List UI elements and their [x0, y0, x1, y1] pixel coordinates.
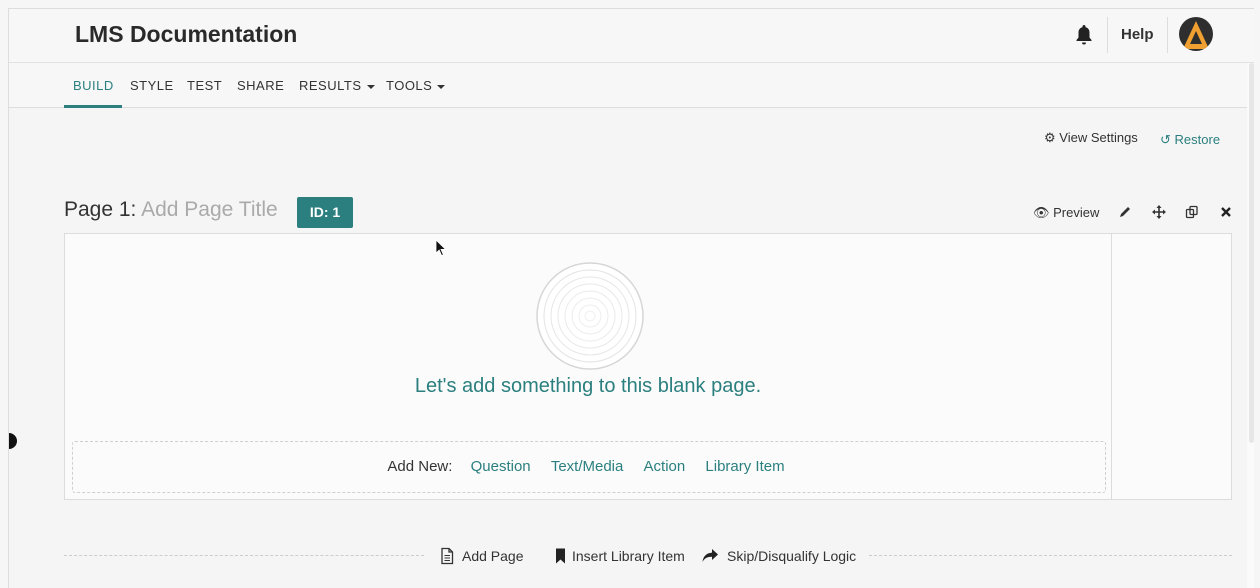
- add-library-item-link[interactable]: Library Item: [705, 458, 784, 475]
- page-panel: Let's add something to this blank page. …: [64, 233, 1232, 500]
- add-page-button[interactable]: Add Page: [462, 548, 524, 564]
- skip-disqualify-logic-button[interactable]: Skip/Disqualify Logic: [727, 548, 856, 564]
- mouse-cursor-icon: [435, 239, 447, 257]
- tab-results[interactable]: RESULTS: [299, 78, 375, 93]
- help-link[interactable]: Help: [1121, 26, 1154, 43]
- scrollbar-thumb[interactable]: [1249, 63, 1254, 443]
- avatar[interactable]: [1179, 17, 1213, 51]
- close-icon[interactable]: [1219, 205, 1233, 219]
- page-title-input[interactable]: Add Page Title: [141, 198, 278, 221]
- preview-button[interactable]: 👁 Preview: [1033, 205, 1099, 221]
- caret-down-icon: [366, 84, 375, 89]
- page-title: Page 1: Add Page Title: [64, 198, 278, 222]
- top-header: LMS Documentation Help: [9, 9, 1254, 63]
- pencil-icon[interactable]: [1118, 205, 1132, 219]
- undo-icon: ↺: [1160, 132, 1171, 147]
- caret-down-icon: [437, 84, 446, 89]
- document-icon: [441, 547, 454, 565]
- move-icon[interactable]: [1152, 205, 1166, 219]
- share-arrow-icon: [702, 549, 718, 562]
- add-new-bar: Add New: Question Text/Media Action Libr…: [72, 441, 1106, 493]
- avatar-logo-icon: [1183, 21, 1209, 49]
- add-new-label: Add New:: [387, 458, 453, 475]
- panel-divider: [1111, 234, 1112, 499]
- tab-share[interactable]: SHARE: [237, 78, 284, 93]
- preview-label: Preview: [1053, 205, 1100, 220]
- tab-test[interactable]: TEST: [187, 78, 222, 93]
- active-tab-indicator: [64, 105, 122, 108]
- add-text-media-link[interactable]: Text/Media: [551, 458, 624, 475]
- add-action-link[interactable]: Action: [644, 458, 686, 475]
- bell-icon[interactable]: [1074, 24, 1094, 46]
- restore-label: Restore: [1174, 132, 1221, 147]
- bookmark-icon: [556, 548, 565, 564]
- view-settings-label: View Settings: [1059, 130, 1138, 145]
- side-handle[interactable]: [9, 433, 17, 449]
- app-window: LMS Documentation Help BUILD STYLE TEST …: [8, 8, 1254, 588]
- add-new-row: Add New: Question Text/Media Action Libr…: [73, 458, 1107, 475]
- insert-library-item-button[interactable]: Insert Library Item: [572, 548, 685, 564]
- tab-build[interactable]: BUILD: [73, 78, 114, 93]
- page-id-badge: ID: 1: [297, 197, 353, 228]
- main-nav: BUILD STYLE TEST SHARE RESULTS TOOLS: [9, 63, 1254, 108]
- eye-icon: 👁: [1033, 205, 1050, 220]
- divider-line: [64, 555, 424, 556]
- view-settings-button[interactable]: ⚙ View Settings: [1044, 130, 1138, 146]
- tab-results-label: RESULTS: [299, 78, 362, 93]
- app-title: LMS Documentation: [75, 21, 298, 47]
- blank-page-message: Let's add something to this blank page.: [414, 375, 762, 397]
- copy-icon[interactable]: [1185, 205, 1199, 219]
- page-number-label: Page 1:: [64, 198, 137, 221]
- tab-tools-label: TOOLS: [386, 78, 433, 93]
- tab-style[interactable]: STYLE: [130, 78, 174, 93]
- add-question-link[interactable]: Question: [471, 458, 531, 475]
- gear-icon: ⚙: [1044, 130, 1056, 145]
- blank-page-target-icon: [536, 262, 644, 370]
- restore-button[interactable]: ↺ Restore: [1160, 132, 1220, 148]
- header-divider: [1107, 17, 1108, 53]
- divider-line: [869, 555, 1232, 556]
- tab-tools[interactable]: TOOLS: [386, 78, 446, 93]
- header-divider: [1167, 17, 1168, 53]
